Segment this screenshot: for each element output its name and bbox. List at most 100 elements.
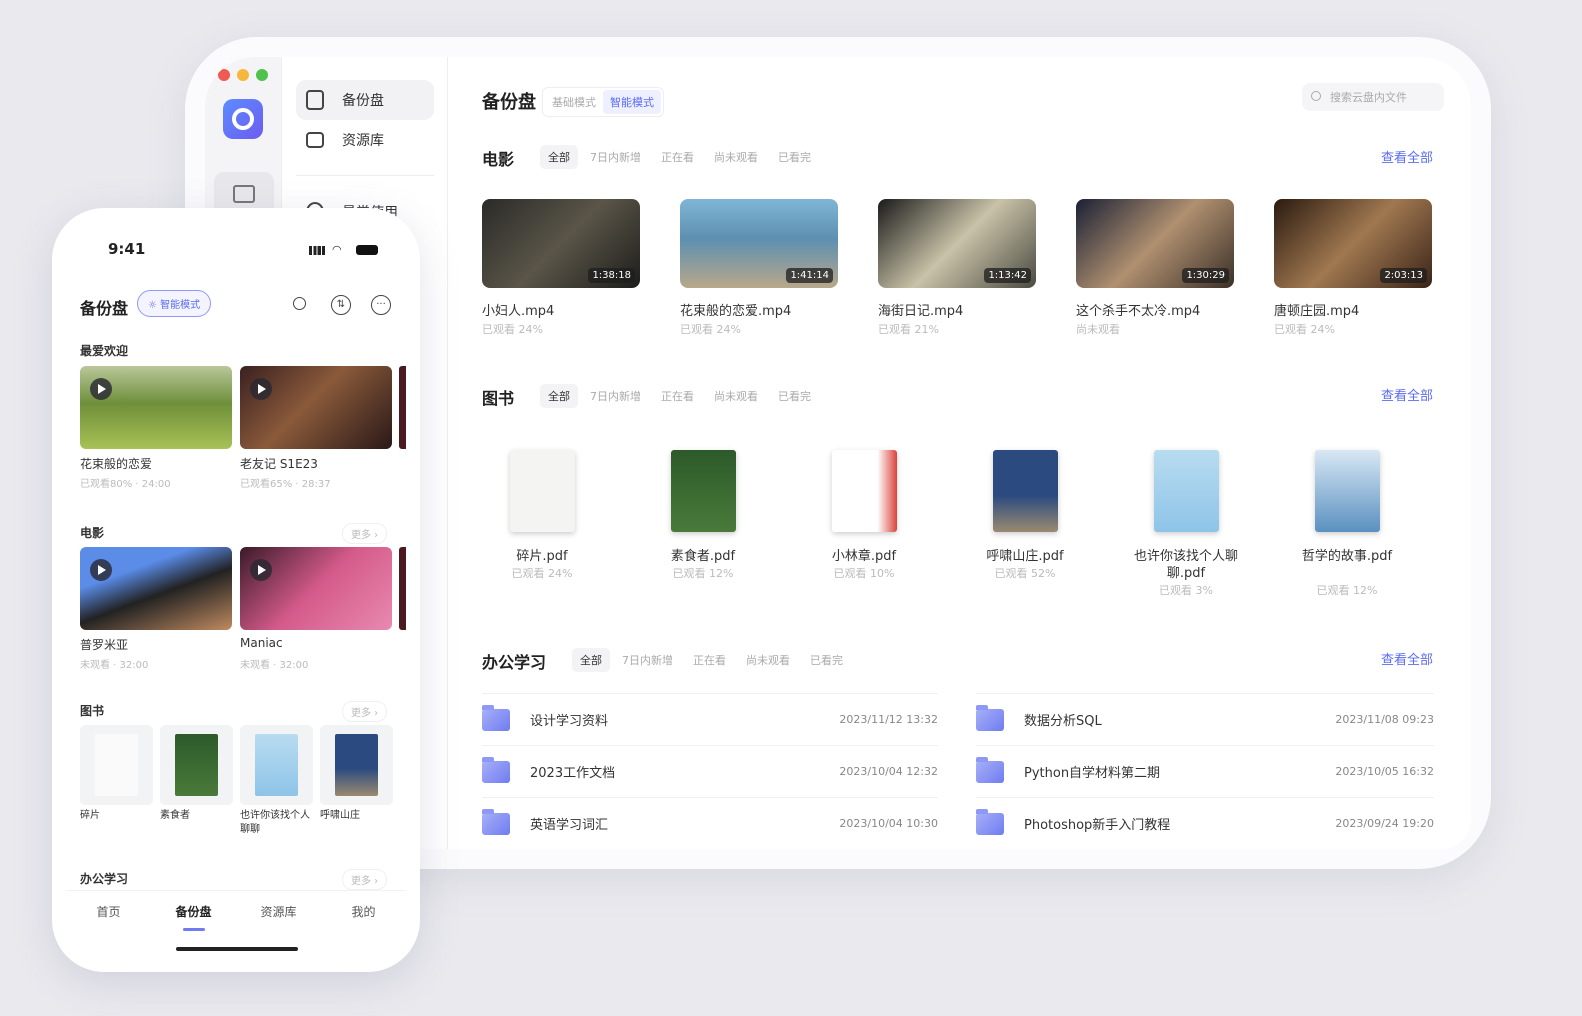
office-title: 办公学习 xyxy=(482,653,547,672)
folder-date: 2023/10/04 12:32 xyxy=(839,765,938,778)
book-title[interactable]: 素食者.pdf xyxy=(643,548,763,565)
movie-thumbnail[interactable]: 1:38:18 xyxy=(482,199,640,288)
mode-smart[interactable]: 智能模式 xyxy=(603,90,661,114)
movie-thumb-partial xyxy=(399,547,406,630)
popular-item-title: 花束般的恋爱 xyxy=(80,457,153,471)
filter-new[interactable]: 7日内新增 xyxy=(582,145,649,169)
books-filters: 全部 7日内新增 正在看 尚未观看 已看完 xyxy=(540,384,819,408)
duration-badge: 1:13:42 xyxy=(984,268,1031,283)
book-cover[interactable] xyxy=(1154,450,1219,532)
filter-unwatched[interactable]: 尚未观看 xyxy=(738,648,798,672)
tab-mine[interactable]: 我的 xyxy=(321,903,406,920)
filter-unwatched[interactable]: 尚未观看 xyxy=(706,145,766,169)
folder-icon xyxy=(233,185,255,203)
book-status: 已观看 52% xyxy=(994,567,1056,580)
movie-thumbnail[interactable]: 2:03:13 xyxy=(1274,199,1432,288)
books-title: 图书 xyxy=(482,389,515,408)
book-status: 已观看 24% xyxy=(511,567,573,580)
filter-unwatched[interactable]: 尚未观看 xyxy=(706,384,766,408)
tab-library[interactable]: 资源库 xyxy=(236,903,321,920)
filter-all[interactable]: 全部 xyxy=(572,648,610,672)
more-icon[interactable]: ··· xyxy=(371,295,391,315)
close-window-button[interactable] xyxy=(218,69,230,81)
popular-item-title: 老友记 S1E23 xyxy=(240,457,318,471)
book-title[interactable]: 也许你该找个人聊聊.pdf xyxy=(1126,548,1246,582)
folder-name: 数据分析SQL xyxy=(1024,714,1102,729)
maximize-window-button[interactable] xyxy=(256,69,268,81)
movie-thumbnail[interactable]: 1:13:42 xyxy=(878,199,1036,288)
book-cover[interactable] xyxy=(832,450,897,532)
sidebar-item-label: 备份盘 xyxy=(342,93,384,109)
folder-date: 2023/10/04 10:30 xyxy=(839,817,938,830)
office-view-all[interactable]: 查看全部 xyxy=(1381,649,1433,668)
filter-new[interactable]: 7日内新增 xyxy=(582,384,649,408)
movies-view-all[interactable]: 查看全部 xyxy=(1381,147,1433,166)
sidebar-item-library[interactable]: 资源库 xyxy=(296,120,434,160)
book-cover[interactable] xyxy=(1315,450,1380,532)
duration-badge: 1:41:14 xyxy=(786,268,833,283)
tab-bar: 首页 备份盘 资源库 我的 xyxy=(66,890,406,958)
folder-date: 2023/11/12 13:32 xyxy=(839,713,938,726)
minimize-window-button[interactable] xyxy=(237,69,249,81)
phone-book-cover[interactable] xyxy=(320,725,393,805)
filter-watching[interactable]: 正在看 xyxy=(685,648,734,672)
filter-all[interactable]: 全部 xyxy=(540,384,578,408)
book-title[interactable]: 哲学的故事.pdf xyxy=(1287,548,1407,565)
folder-share-icon xyxy=(306,132,324,148)
phone-book-cover[interactable] xyxy=(160,725,233,805)
movie-thumb[interactable] xyxy=(80,547,232,630)
transfer-icon[interactable]: ⇅ xyxy=(331,295,351,315)
movie-thumb[interactable] xyxy=(240,547,392,630)
books-more-button[interactable]: 更多 › xyxy=(342,701,388,722)
book-title[interactable]: 小林章.pdf xyxy=(804,548,924,565)
folder-row[interactable]: Python自学材料第二期 2023/10/05 16:32 xyxy=(976,745,1434,797)
movie-title[interactable]: 小妇人.mp4 xyxy=(482,300,554,319)
movie-item-meta: 未观看 · 32:00 xyxy=(240,660,309,671)
movie-status: 已观看 24% xyxy=(482,323,543,336)
folder-row[interactable]: 数据分析SQL 2023/11/08 09:23 xyxy=(976,693,1434,745)
popular-item-meta: 已观看65% · 28:37 xyxy=(240,479,331,490)
folder-name: 设计学习资料 xyxy=(530,714,609,729)
book-title[interactable]: 呼啸山庄.pdf xyxy=(965,548,1085,565)
movie-title[interactable]: 海街日记.mp4 xyxy=(878,300,963,319)
filter-finished[interactable]: 已看完 xyxy=(770,384,819,408)
movie-title[interactable]: 花束般的恋爱.mp4 xyxy=(680,300,791,319)
filter-all[interactable]: 全部 xyxy=(540,145,578,169)
filter-finished[interactable]: 已看完 xyxy=(802,648,851,672)
folder-row[interactable]: 英语学习词汇 2023/10/04 10:30 xyxy=(482,797,938,849)
folder-name: 2023工作文档 xyxy=(530,766,616,781)
search-input[interactable]: 搜索云盘内文件 xyxy=(1302,83,1444,111)
status-time: 9:41 xyxy=(108,240,146,258)
movie-title[interactable]: 唐顿庄园.mp4 xyxy=(1274,300,1359,319)
drive-icon xyxy=(306,90,324,110)
folder-row[interactable]: 2023工作文档 2023/10/04 12:32 xyxy=(482,745,938,797)
tab-home[interactable]: 首页 xyxy=(66,903,151,920)
filter-finished[interactable]: 已看完 xyxy=(770,145,819,169)
filter-new[interactable]: 7日内新增 xyxy=(614,648,681,672)
movies-more-button[interactable]: 更多 › xyxy=(342,523,388,544)
movie-thumbnail[interactable]: 1:30:29 xyxy=(1076,199,1234,288)
books-view-all[interactable]: 查看全部 xyxy=(1381,385,1433,404)
mode-basic[interactable]: 基础模式 xyxy=(545,90,603,114)
folder-row[interactable]: 设计学习资料 2023/11/12 13:32 xyxy=(482,693,938,745)
book-title[interactable]: 碎片.pdf xyxy=(482,548,602,565)
sidebar-item-label: 资源库 xyxy=(342,133,384,149)
book-cover[interactable] xyxy=(671,450,736,532)
office-more-button[interactable]: 更多 › xyxy=(342,869,388,890)
popular-thumb[interactable] xyxy=(240,366,392,449)
tab-backup[interactable]: 备份盘 xyxy=(151,903,236,920)
movie-title[interactable]: 这个杀手不太冷.mp4 xyxy=(1076,300,1200,319)
phone-book-cover[interactable] xyxy=(80,725,153,805)
filter-watching[interactable]: 正在看 xyxy=(653,145,702,169)
search-icon[interactable] xyxy=(293,297,306,310)
sidebar-item-backup[interactable]: 备份盘 xyxy=(296,80,434,120)
phone-book-cover[interactable] xyxy=(240,725,313,805)
book-cover[interactable] xyxy=(510,450,575,532)
popular-thumb[interactable] xyxy=(80,366,232,449)
smart-mode-badge[interactable]: ☼ 智能模式 xyxy=(137,290,212,317)
movie-thumbnail[interactable]: 1:41:14 xyxy=(680,199,838,288)
filter-watching[interactable]: 正在看 xyxy=(653,384,702,408)
book-cover[interactable] xyxy=(993,450,1058,532)
folder-row[interactable]: Photoshop新手入门教程 2023/09/24 19:20 xyxy=(976,797,1434,849)
book-status: 已观看 12% xyxy=(1316,584,1378,597)
